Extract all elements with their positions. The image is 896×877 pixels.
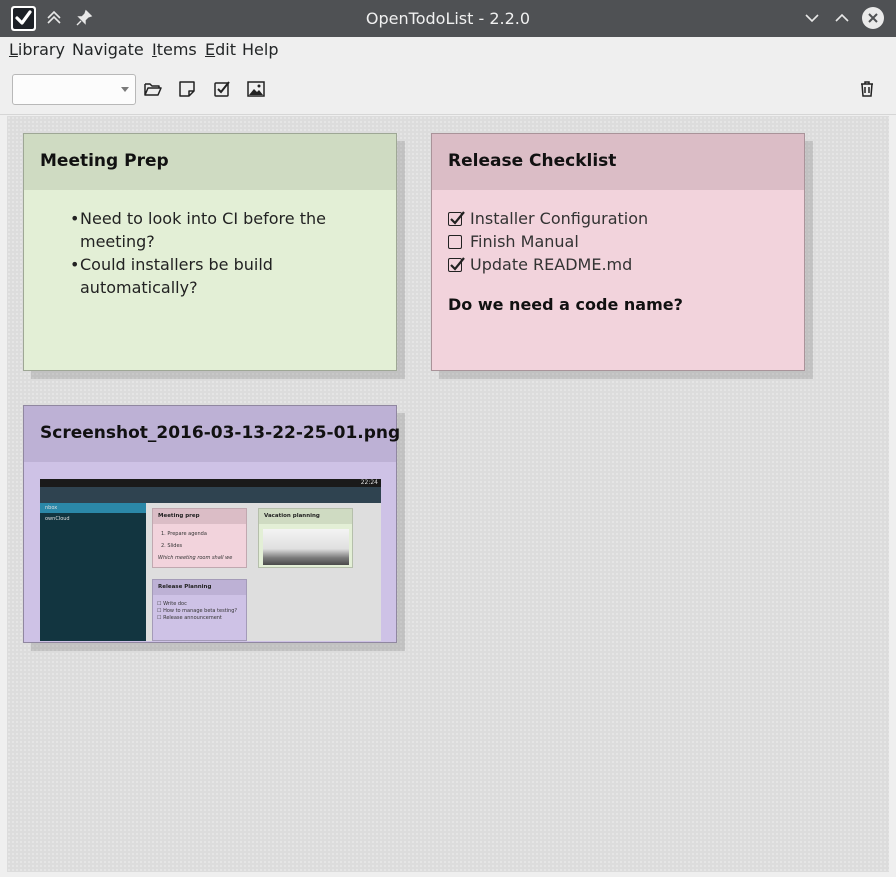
menu-edit[interactable]: Edit: [205, 40, 236, 59]
thumb-landscape-image: [263, 529, 349, 565]
checklist-icon[interactable]: [212, 79, 232, 99]
thumb-sidebar-item: ownCloud: [45, 516, 70, 522]
thumb-sidebar: nbox ownCloud: [40, 503, 146, 641]
thumb-content: Meeting prep 1. Prepare agenda 2. Slides…: [146, 503, 381, 641]
close-window-icon[interactable]: [862, 7, 884, 29]
card-header: Screenshot_2016-03-13-22-25-01.png: [24, 406, 400, 462]
menu-navigate[interactable]: Navigate: [72, 40, 144, 59]
maximize-icon[interactable]: [831, 7, 853, 29]
checkbox-checked-icon[interactable]: [448, 211, 465, 226]
menu-library[interactable]: Library: [9, 40, 65, 59]
task-label: Installer Configuration: [470, 209, 649, 228]
thumb-sidebar-item: nbox: [45, 505, 58, 511]
bullet-icon: •: [70, 209, 80, 228]
checkbox-unchecked-icon[interactable]: [448, 235, 462, 249]
card-header: Release Checklist: [432, 134, 804, 190]
note-line: Need to look into CI before the: [80, 209, 326, 228]
menu-items[interactable]: Items: [152, 40, 197, 59]
image-thumbnail: 22:24 nbox ownCloud Meeting prep 1. Prep…: [40, 479, 381, 641]
window-title: OpenTodoList - 2.2.0: [365, 9, 531, 28]
folder-open-icon[interactable]: [143, 79, 163, 99]
note-icon[interactable]: [177, 79, 197, 99]
window-titlebar[interactable]: OpenTodoList - 2.2.0: [0, 0, 896, 37]
thumb-card-release: Release Planning ☐ Write doc ☐ How to ma…: [152, 579, 247, 641]
todo-note: Do we need a code name?: [448, 295, 683, 314]
note-line: Could installers be build: [80, 255, 273, 274]
card-title: Meeting Prep: [40, 151, 169, 171]
thumb-card-vacation: Vacation planning: [258, 508, 353, 568]
image-icon[interactable]: [246, 79, 266, 99]
toolbar: [0, 65, 896, 115]
task-label: Update README.md: [470, 255, 633, 274]
card-header: Meeting Prep: [24, 134, 396, 190]
thumb-appbar: [40, 487, 381, 503]
library-combo[interactable]: [12, 74, 136, 105]
items-board: Meeting Prep • Need to look into CI befo…: [7, 116, 889, 872]
note-line: automatically?: [80, 278, 198, 297]
task-label: Finish Manual: [470, 232, 579, 251]
note-line: meeting?: [80, 232, 155, 251]
minimize-icon[interactable]: [801, 7, 823, 29]
bullet-icon: •: [70, 255, 80, 274]
menu-bar: Library Navigate Items Edit Help: [0, 37, 896, 65]
card-title: Screenshot_2016-03-13-22-25-01.png: [40, 423, 401, 443]
menu-help[interactable]: Help: [242, 40, 278, 59]
card-title: Release Checklist: [448, 151, 617, 171]
checkbox-checked-icon[interactable]: [448, 257, 465, 272]
todo-card-release-checklist[interactable]: Release Checklist Installer Configuratio…: [431, 133, 805, 371]
note-card-meeting-prep[interactable]: Meeting Prep • Need to look into CI befo…: [23, 133, 397, 371]
image-card-screenshot[interactable]: Screenshot_2016-03-13-22-25-01.png 22:24…: [23, 405, 400, 643]
thumb-card-meeting: Meeting prep 1. Prepare agenda 2. Slides…: [152, 508, 247, 568]
thumb-statusbar: 22:24: [40, 479, 381, 487]
trash-icon[interactable]: [857, 79, 877, 99]
thumb-clock: 22:24: [360, 479, 378, 486]
window-bottom-edge: [0, 872, 896, 877]
chevron-down-icon: [121, 87, 129, 92]
